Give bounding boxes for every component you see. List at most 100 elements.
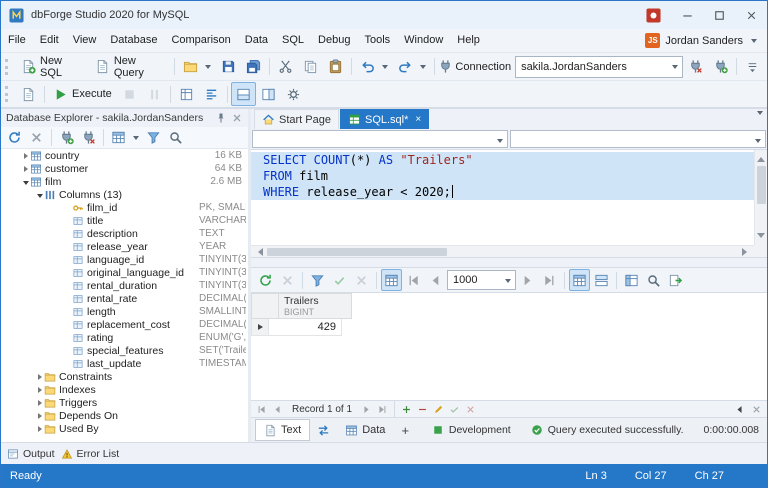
last-page-button[interactable] — [539, 269, 560, 291]
page-size-combo[interactable]: 1000 — [447, 270, 516, 290]
tree-item-constraints[interactable]: Constraints — [1, 370, 248, 383]
next-record-button[interactable] — [359, 402, 374, 416]
menu-help[interactable]: Help — [450, 29, 487, 52]
disconnect-button[interactable] — [683, 55, 708, 79]
new-connection-button[interactable] — [708, 55, 733, 79]
menu-file[interactable]: File — [1, 29, 33, 52]
edit-record-button[interactable] — [431, 402, 446, 416]
paging-mode-button[interactable] — [381, 269, 402, 291]
tree-item-replacement-cost[interactable]: replacement_costDECIMAL(5 — [1, 318, 248, 331]
minimize-button[interactable] — [671, 1, 703, 29]
horizontal-scrollbar[interactable] — [251, 245, 754, 257]
object-combo[interactable] — [510, 130, 766, 148]
next-page-button[interactable] — [517, 269, 538, 291]
tree-item-special-features[interactable]: special_featuresSET('Traile — [1, 344, 248, 357]
tree-item-depends-on[interactable]: Depends On — [1, 409, 248, 422]
sql-editor[interactable]: SELECT COUNT(*) AS "Trailers"FROM filmWH… — [251, 150, 767, 257]
save-all-button[interactable] — [241, 55, 266, 79]
delete-record-button[interactable] — [415, 402, 430, 416]
tree-item-film[interactable]: film2.6 MB — [1, 175, 248, 188]
scrollbar-thumb[interactable] — [757, 166, 766, 204]
add-view-button[interactable]: + — [395, 420, 415, 440]
card-view-button[interactable] — [591, 269, 612, 291]
expand-icon[interactable] — [35, 426, 44, 432]
refresh-button[interactable] — [4, 127, 25, 148]
new-connection-button[interactable] — [56, 127, 77, 148]
toolbar-grip[interactable] — [5, 86, 12, 102]
first-page-button[interactable] — [403, 269, 424, 291]
first-record-button[interactable] — [254, 402, 269, 416]
tree-item-rental-duration[interactable]: rental_durationTINYINT(3) — [1, 279, 248, 292]
tree-item-last-update[interactable]: last_updateTIMESTAM — [1, 357, 248, 370]
menu-debug[interactable]: Debug — [311, 29, 357, 52]
grid-corner-cell[interactable] — [251, 293, 279, 319]
menu-database[interactable]: Database — [103, 29, 164, 52]
vertical-scrollbar[interactable] — [754, 150, 767, 245]
toolbar-grip[interactable] — [5, 59, 12, 75]
undo-button[interactable] — [355, 55, 393, 79]
menu-view[interactable]: View — [66, 29, 104, 52]
menu-window[interactable]: Window — [397, 29, 450, 52]
view-options-button[interactable] — [108, 127, 142, 148]
new-sql-button[interactable]: New SQL — [16, 55, 90, 79]
format-sql-button[interactable] — [199, 82, 224, 106]
tree-item-columns-13[interactable]: Columns (13) — [1, 188, 248, 201]
maximize-button[interactable] — [703, 1, 735, 29]
tree-item-indexes[interactable]: Indexes — [1, 383, 248, 396]
toolbar-options-button[interactable] — [740, 55, 765, 79]
tree-item-film-id[interactable]: film_idPK, SMALLI — [1, 201, 248, 214]
tab-close-icon[interactable]: × — [415, 115, 421, 125]
split-view-button[interactable] — [256, 82, 281, 106]
tab-sql-sql[interactable]: SQL.sql*× — [340, 109, 429, 129]
brand-icon[interactable] — [646, 8, 661, 23]
append-record-button[interactable] — [399, 402, 414, 416]
menu-sql[interactable]: SQL — [275, 29, 311, 52]
new-query-button[interactable]: New Query — [90, 55, 172, 79]
tab-text[interactable]: Text — [255, 419, 310, 441]
post-edit-button[interactable] — [447, 402, 462, 416]
expand-icon[interactable] — [35, 192, 44, 198]
expand-icon[interactable] — [35, 413, 44, 419]
results-splitter[interactable] — [251, 257, 767, 268]
grid-cell[interactable]: 429 — [268, 319, 342, 336]
open-file-button[interactable] — [178, 55, 216, 79]
copy-button[interactable] — [298, 55, 323, 79]
expand-icon[interactable] — [35, 400, 44, 406]
cancel-refresh-button[interactable] — [277, 269, 298, 291]
save-button[interactable] — [216, 55, 241, 79]
tree-item-rental-rate[interactable]: rental_rateDECIMAL(4 — [1, 292, 248, 305]
tab-start-page[interactable]: Start Page — [254, 109, 339, 129]
filter-button[interactable] — [143, 127, 164, 148]
menu-tools[interactable]: Tools — [357, 29, 397, 52]
tree-item-rating[interactable]: ratingENUM('G',' — [1, 331, 248, 344]
tree-item-description[interactable]: descriptionTEXT — [1, 227, 248, 240]
close-panel-icon[interactable] — [231, 112, 243, 124]
close-navigator-button[interactable] — [749, 402, 764, 416]
code-line-2[interactable]: FROM film — [251, 168, 754, 184]
expand-icon[interactable] — [35, 374, 44, 380]
tree-item-used-by[interactable]: Used By — [1, 422, 248, 435]
custom-filter-button[interactable] — [307, 269, 328, 291]
new-sql-document-button[interactable] — [16, 82, 41, 106]
grid-column-header-trailers[interactable]: TrailersBIGINT — [278, 293, 352, 319]
cancel-edit-button[interactable] — [463, 402, 478, 416]
menu-data[interactable]: Data — [238, 29, 275, 52]
cut-button[interactable] — [273, 55, 298, 79]
pivot-view-button[interactable] — [621, 269, 642, 291]
query-plan-button[interactable] — [174, 82, 199, 106]
tab-list-button[interactable] — [754, 115, 763, 127]
tree-item-release-year[interactable]: release_yearYEAR — [1, 240, 248, 253]
show-results-pane-button[interactable] — [231, 82, 256, 106]
code-line-3[interactable]: WHERE release_year < 2020; — [251, 184, 754, 200]
stop-button[interactable] — [117, 82, 142, 106]
tree-item-original-language-id[interactable]: original_language_idTINYINT(3) — [1, 266, 248, 279]
redo-button[interactable] — [393, 55, 431, 79]
tree-item-country[interactable]: country16 KB — [1, 149, 248, 162]
tree-item-title[interactable]: titleVARCHAR(1 — [1, 214, 248, 227]
expand-icon[interactable] — [21, 179, 30, 185]
scrollbar-thumb[interactable] — [267, 248, 447, 256]
menu-comparison[interactable]: Comparison — [164, 29, 237, 52]
grid-view-button[interactable] — [569, 269, 590, 291]
tab-error-list[interactable]: Error List — [61, 448, 120, 460]
grid-row[interactable]: 429 — [251, 319, 352, 336]
